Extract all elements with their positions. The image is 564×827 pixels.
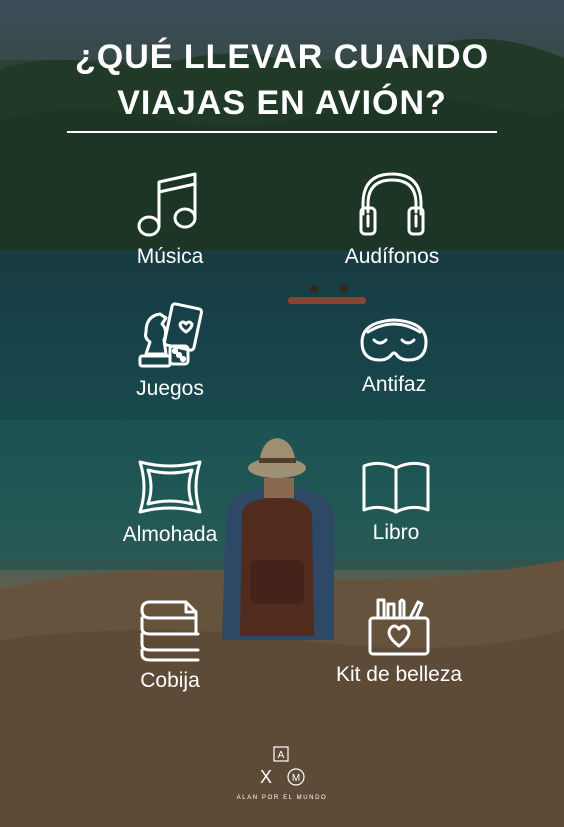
item-label: Libro xyxy=(372,521,420,544)
item-kit-de-belleza: Kit de belleza xyxy=(314,594,484,688)
headphones-icon xyxy=(359,172,425,236)
sleep-mask-icon xyxy=(360,318,428,362)
title-divider xyxy=(67,131,497,133)
logo-mark: A X M xyxy=(260,746,305,787)
item-cobija: Cobija xyxy=(85,598,255,694)
logo-letter-x: X xyxy=(260,767,272,787)
item-label: Juegos xyxy=(136,377,204,400)
item-almohada: Almohada xyxy=(85,456,255,548)
item-label: Audífonos xyxy=(344,245,440,268)
pillow-icon xyxy=(138,460,202,514)
music-note-icon xyxy=(137,172,197,237)
item-antifaz: Antifaz xyxy=(309,312,479,398)
logo-letter-m: M xyxy=(292,773,300,784)
item-juegos: Juegos xyxy=(85,302,255,402)
item-label: Antifaz xyxy=(361,373,427,396)
item-libro: Libro xyxy=(311,458,481,546)
beauty-kit-icon xyxy=(368,598,430,656)
title-line-1: ¿QUÉ LLEVAR CUANDO xyxy=(74,38,490,76)
item-label: Kit de belleza xyxy=(335,663,463,686)
item-musica: Música xyxy=(85,170,255,270)
item-audifonos: Audífonos xyxy=(307,168,477,270)
brand-logo: A X M ALAN POR EL MUNDO xyxy=(232,745,332,801)
item-label: Almohada xyxy=(122,523,218,546)
page-title: ¿QUÉ LLEVAR CUANDO VIAJAS EN AVIÓN? xyxy=(0,34,564,126)
logo-text: ALAN POR EL MUNDO xyxy=(236,795,328,801)
blanket-icon xyxy=(140,600,200,662)
title-line-2: VIAJAS EN AVIÓN? xyxy=(117,84,447,122)
book-icon xyxy=(362,461,430,514)
poster: ¿QUÉ LLEVAR CUANDO VIAJAS EN AVIÓN? Músi… xyxy=(0,0,564,827)
logo-letter-a: A xyxy=(278,750,285,761)
item-label: Música xyxy=(136,245,204,268)
games-icon xyxy=(138,302,203,368)
item-label: Cobija xyxy=(140,669,200,692)
